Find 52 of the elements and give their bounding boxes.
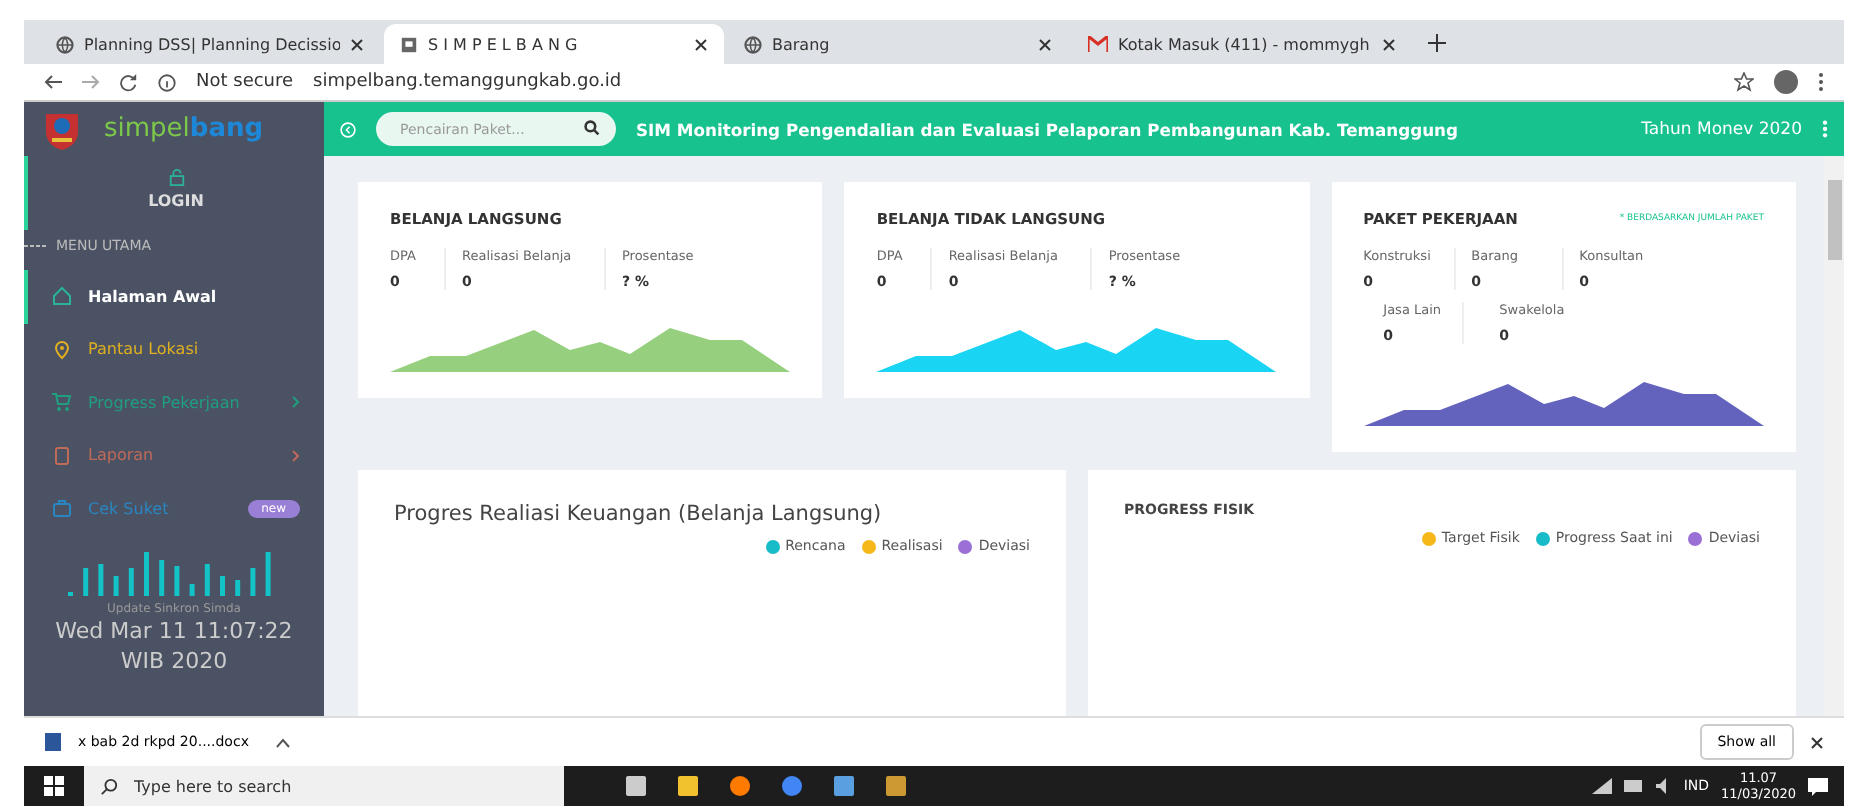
bag-icon	[52, 498, 72, 519]
browser-tab[interactable]: S I M P E L B A N G	[384, 24, 724, 64]
close-icon[interactable]	[1038, 37, 1052, 51]
taskbar-app-icon[interactable]	[780, 774, 804, 798]
new-tab-icon[interactable]	[1428, 34, 1446, 52]
scrollbar[interactable]	[1824, 156, 1844, 716]
close-icon[interactable]	[694, 37, 708, 51]
close-icon[interactable]	[350, 37, 364, 51]
dashed-line	[24, 244, 48, 248]
mail-icon	[1088, 36, 1108, 52]
pin-icon	[52, 339, 72, 360]
document-icon	[44, 732, 62, 752]
taskbar-app-icon[interactable]	[676, 774, 700, 798]
speaker-icon[interactable]	[1655, 778, 1672, 794]
url-field[interactable]: simpelbang.temanggungkab.go.id	[313, 72, 1714, 92]
sync-time: Wed Mar 11 11:07:22 WIB 2020	[53, 615, 295, 675]
brand-logo: simpelbang	[104, 114, 264, 144]
globe-icon	[744, 35, 762, 53]
browser-tab[interactable]: Kotak Masuk (411) - mommygh	[1072, 24, 1412, 64]
cart-icon	[52, 392, 72, 413]
close-icon[interactable]	[1810, 735, 1824, 749]
security-label: Not secure	[196, 72, 294, 92]
close-icon[interactable]	[1382, 37, 1396, 51]
login-link[interactable]: LOGIN	[148, 192, 204, 210]
caret-icon[interactable]	[276, 737, 291, 747]
search-icon	[584, 120, 600, 136]
document-icon	[52, 445, 72, 466]
browser-tab[interactable]: Planning DSS| Planning Decissio	[40, 24, 380, 64]
taskbar-app-icon[interactable]	[728, 774, 752, 798]
taskbar-app-icon[interactable]	[884, 774, 908, 798]
back-icon[interactable]	[44, 74, 62, 90]
browser-tab[interactable]: Barang	[728, 24, 1068, 64]
reload-icon[interactable]	[120, 73, 138, 91]
globe-icon	[56, 35, 74, 53]
menu-item[interactable]: Halaman Awal	[24, 270, 324, 323]
panel-title: Progres Realiasi Keuangan (Belanja Langsung)	[394, 502, 884, 526]
notification-icon[interactable]	[1808, 777, 1828, 795]
year-label: Tahun Monev 2020	[1641, 119, 1802, 139]
avatar-icon[interactable]	[1774, 70, 1798, 94]
battery-icon[interactable]	[1623, 780, 1644, 792]
star-icon[interactable]	[1734, 72, 1754, 92]
taskbar-search[interactable]: Type here to search	[84, 766, 564, 806]
lock-icon	[167, 168, 185, 186]
more-icon[interactable]	[1818, 72, 1824, 92]
home-icon	[52, 286, 72, 307]
app-title: SIM Monitoring Pengendalian dan Evaluasi Pelaporan Pembangunan Kab. Temanggung	[636, 119, 1461, 139]
menu-item[interactable]: Pantau Lokasi	[24, 323, 324, 376]
wifi-icon[interactable]	[1591, 778, 1612, 794]
search-icon	[100, 777, 118, 795]
info-icon	[158, 73, 176, 91]
taskbar-app-icon[interactable]	[832, 774, 856, 798]
taskbar-app-icon[interactable]	[624, 774, 648, 798]
